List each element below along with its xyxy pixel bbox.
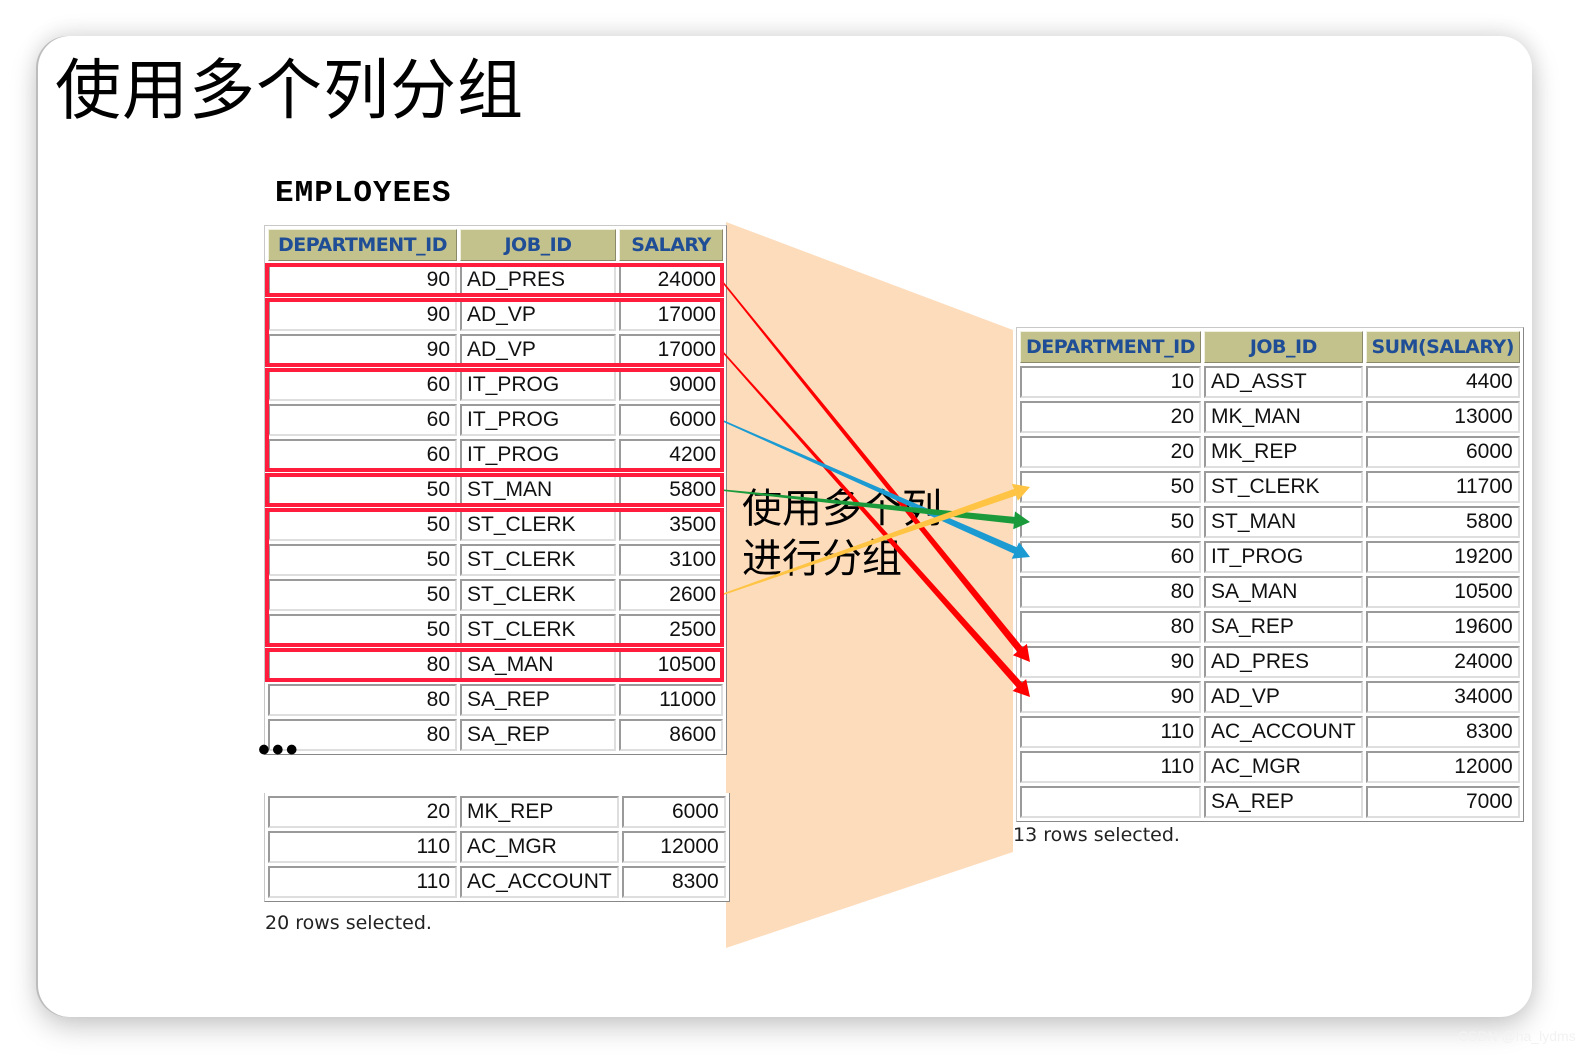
cell-job-id: AD_ASST — [1204, 366, 1363, 398]
table-row: 20 MK_REP 6000 — [268, 796, 726, 828]
cell-department-id: 80 — [1020, 611, 1201, 643]
employees-table-tail: 20 MK_REP 6000 110 AC_MGR 12000 110 AC_ACCOUNT 8… — [264, 793, 730, 902]
annotation-line-1: 使用多个列 — [742, 486, 942, 532]
cell-job-id: ST_MAN — [1204, 506, 1363, 538]
cell-job-id: SA_MAN — [1204, 576, 1363, 608]
cell-department-id: 90 — [1020, 646, 1201, 678]
cell-job-id: MK_REP — [460, 796, 619, 828]
table-row: 90 AD_PRES 24000 — [1020, 646, 1520, 678]
cell-job-id: AC_MGR — [1204, 751, 1363, 783]
annotation-line-2: 进行分组 — [742, 536, 902, 582]
table-row: 50 ST_CLERK 11700 — [1020, 471, 1520, 503]
cell-job-id: AD_PRES — [1204, 646, 1363, 678]
cell-salary: 10500 — [1365, 576, 1520, 608]
column-header-sum-salary: SUM(SALARY) — [1365, 331, 1520, 363]
table-row: SA_REP 7000 — [1020, 786, 1520, 818]
cell-salary: 8600 — [619, 719, 723, 751]
table-row: 20 MK_REP 6000 — [1020, 436, 1520, 468]
group-box-st-man — [265, 473, 724, 507]
cell-job-id: MK_REP — [1204, 436, 1363, 468]
table-row: 80 SA_REP 8600 — [268, 719, 723, 751]
group-box-st-clerk — [265, 508, 724, 647]
cell-job-id: SA_REP — [460, 684, 616, 716]
source-table-name: EMPLOYEES — [275, 176, 452, 211]
left-rows-selected: 20 rows selected. — [265, 912, 432, 934]
group-annotation: 使用多个列 进行分组 — [742, 484, 942, 584]
ellipsis: ••• — [258, 731, 300, 769]
funnel-polygon — [726, 222, 1013, 948]
cell-job-id: ST_CLERK — [1204, 471, 1363, 503]
table-row: 110 AC_ACCOUNT 8300 — [1020, 716, 1520, 748]
table-row: 90 AD_VP 34000 — [1020, 681, 1520, 713]
cell-department-id: 80 — [1020, 576, 1201, 608]
column-header-department-id: DEPARTMENT_ID — [1020, 331, 1201, 363]
table-row: 110 AC_MGR 12000 — [268, 831, 726, 863]
cell-department-id: 50 — [1020, 471, 1201, 503]
cell-salary: 12000 — [1365, 751, 1520, 783]
cell-salary: 7000 — [1365, 786, 1520, 818]
cell-job-id: SA_REP — [1204, 611, 1363, 643]
table-row: 20 MK_MAN 13000 — [1020, 401, 1520, 433]
cell-job-id: AD_VP — [1204, 681, 1363, 713]
cell-job-id: AC_ACCOUNT — [1204, 716, 1363, 748]
group-box-it-prog — [265, 368, 724, 472]
table-row: 50 ST_MAN 5800 — [1020, 506, 1520, 538]
cell-job-id: SA_REP — [1204, 786, 1363, 818]
cell-department-id: 20 — [268, 796, 457, 828]
group-box-ad-vp — [265, 298, 724, 367]
slide-title: 使用多个列分组 — [55, 52, 524, 129]
table-row: 80 SA_REP 19600 — [1020, 611, 1520, 643]
column-header-salary: SALARY — [619, 229, 723, 261]
table-row: 10 AD_ASST 4400 — [1020, 366, 1520, 398]
cell-department-id: 80 — [268, 684, 457, 716]
header-row: DEPARTMENT_ID JOB_ID SALARY — [268, 229, 723, 261]
cell-job-id: MK_MAN — [1204, 401, 1363, 433]
cell-department-id: 110 — [268, 831, 457, 863]
cell-salary: 8300 — [621, 866, 726, 898]
table-row: 60 IT_PROG 19200 — [1020, 541, 1520, 573]
table-row: 80 SA_REP 11000 — [268, 684, 723, 716]
column-header-department-id: DEPARTMENT_ID — [268, 229, 457, 261]
column-header-job-id: JOB_ID — [460, 229, 616, 261]
cell-department-id: 110 — [1020, 716, 1201, 748]
cell-salary: 19600 — [1365, 611, 1520, 643]
cell-job-id: IT_PROG — [1204, 541, 1363, 573]
cell-department-id: 110 — [268, 866, 457, 898]
cell-salary: 5800 — [1365, 506, 1520, 538]
right-rows-selected: 13 rows selected. — [1013, 824, 1180, 846]
table-row: 110 AC_ACCOUNT 8300 — [268, 866, 726, 898]
cell-salary: 6000 — [1365, 436, 1520, 468]
cell-job-id: AC_MGR — [460, 831, 619, 863]
watermark: CSDN @ha_lydms — [1458, 1028, 1576, 1044]
grouped-result-table: DEPARTMENT_ID JOB_ID SUM(SALARY) 10 AD_AS… — [1016, 327, 1524, 822]
table-row: 110 AC_MGR 12000 — [1020, 751, 1520, 783]
cell-salary: 34000 — [1365, 681, 1520, 713]
table-row: 80 SA_MAN 10500 — [1020, 576, 1520, 608]
cell-salary: 24000 — [1365, 646, 1520, 678]
cell-department-id: 20 — [1020, 401, 1201, 433]
cell-department-id: 50 — [1020, 506, 1201, 538]
cell-department-id: 90 — [1020, 681, 1201, 713]
cell-department-id: 10 — [1020, 366, 1201, 398]
cell-job-id: AC_ACCOUNT — [460, 866, 619, 898]
cell-salary: 12000 — [621, 831, 726, 863]
cell-salary: 6000 — [621, 796, 726, 828]
cell-salary: 11000 — [619, 684, 723, 716]
cell-salary: 4400 — [1365, 366, 1520, 398]
cell-department-id: 20 — [1020, 436, 1201, 468]
group-box-sa-man — [265, 648, 724, 682]
cell-department-id: 110 — [1020, 751, 1201, 783]
cell-salary: 8300 — [1365, 716, 1520, 748]
cell-job-id: SA_REP — [460, 719, 616, 751]
cell-department-id — [1020, 786, 1201, 818]
cell-department-id: 60 — [1020, 541, 1201, 573]
column-header-job-id: JOB_ID — [1204, 331, 1363, 363]
cell-salary: 19200 — [1365, 541, 1520, 573]
cell-salary: 11700 — [1365, 471, 1520, 503]
header-row: DEPARTMENT_ID JOB_ID SUM(SALARY) — [1020, 331, 1520, 363]
group-box-ad-pres — [265, 263, 724, 297]
cell-salary: 13000 — [1365, 401, 1520, 433]
